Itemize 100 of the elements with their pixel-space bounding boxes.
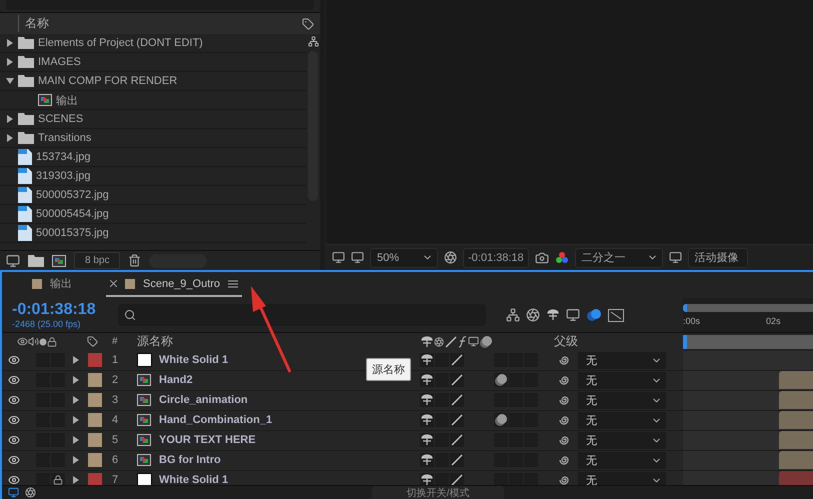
layer-name[interactable]: YOUR TEXT HERE — [159, 434, 256, 446]
layer-name[interactable]: White Solid 1 — [159, 354, 228, 366]
viewer-timecode[interactable]: -0:01:38:18 — [463, 248, 529, 268]
motion-blur-icon[interactable] — [479, 334, 493, 349]
collapsed-triangle-icon[interactable] — [72, 356, 80, 364]
collapsed-triangle-icon[interactable] — [72, 396, 80, 404]
menu-icon[interactable] — [228, 280, 238, 288]
layer-name[interactable]: White Solid 1 — [159, 474, 228, 485]
layer-duration-bar[interactable] — [779, 391, 813, 410]
label-tag-icon[interactable] — [86, 336, 98, 348]
layer-name[interactable]: Hand2 — [159, 374, 193, 386]
eye-icon[interactable] — [8, 354, 20, 366]
eye-icon[interactable] — [8, 414, 20, 426]
layer-name[interactable]: Circle_animation — [159, 394, 248, 406]
collapsed-triangle-icon[interactable] — [6, 58, 14, 66]
layer-label-color[interactable] — [88, 453, 102, 468]
shy-layer-icon[interactable] — [420, 473, 434, 485]
project-item-name[interactable]: 输出 — [56, 92, 78, 108]
pick-whip-icon[interactable] — [558, 354, 570, 366]
eye-icon[interactable] — [8, 434, 20, 446]
eye-icon[interactable] — [8, 474, 20, 485]
eye-icon[interactable] — [8, 374, 20, 386]
zoom-dropdown[interactable]: 50% — [370, 248, 438, 268]
project-item-name[interactable]: MAIN COMP FOR RENDER — [38, 75, 178, 87]
quality-slash-icon[interactable] — [450, 353, 464, 368]
pick-whip-icon[interactable] — [558, 454, 570, 466]
parent-dropdown[interactable]: 无 — [578, 352, 666, 369]
name-column-header[interactable]: 名称 — [18, 15, 49, 32]
search-icon[interactable] — [124, 308, 136, 321]
layer-duration-bar[interactable] — [779, 371, 813, 390]
motion-blur-switch[interactable] — [494, 413, 508, 428]
layer-label-color[interactable] — [88, 373, 102, 388]
flowchart-icon[interactable] — [506, 308, 520, 322]
trash-icon[interactable] — [128, 254, 142, 267]
layer-search-field[interactable] — [118, 304, 486, 326]
quality-slash-icon[interactable] — [450, 413, 464, 428]
pick-whip-icon[interactable] — [558, 434, 570, 446]
graph-editor-icon[interactable] — [608, 308, 624, 322]
lock-switch-box[interactable] — [51, 473, 65, 485]
shy-layer-icon[interactable] — [420, 413, 434, 428]
layer-label-color[interactable] — [88, 433, 102, 448]
source-name-column-header[interactable]: 源名称 — [137, 333, 173, 350]
collapsed-triangle-icon[interactable] — [72, 376, 80, 384]
shy-layer-icon[interactable] — [420, 334, 434, 349]
project-item-name[interactable]: IMAGES — [38, 56, 81, 68]
parent-column-header[interactable]: 父级 — [554, 333, 578, 350]
layer-label-color[interactable] — [88, 393, 102, 408]
shy-layer-icon[interactable] — [546, 308, 560, 322]
collapsed-triangle-icon[interactable] — [72, 476, 80, 484]
shy-layer-icon[interactable] — [420, 433, 434, 448]
quality-slash-icon[interactable] — [450, 453, 464, 468]
shy-layer-icon[interactable] — [420, 453, 434, 468]
project-item-name[interactable]: SCENES — [38, 113, 84, 125]
audio-icon[interactable] — [28, 336, 39, 348]
bit-depth-button[interactable]: 8 bpc — [74, 252, 120, 269]
toggle-switches-modes-button[interactable]: 切换开关/模式 — [372, 486, 504, 499]
quality-slash-icon[interactable] — [450, 433, 464, 448]
shy-layer-icon[interactable] — [420, 353, 434, 368]
tag-icon[interactable] — [302, 18, 314, 30]
quality-slash-icon[interactable] — [450, 373, 464, 388]
camera-dropdown[interactable]: 活动摄像 — [688, 248, 748, 268]
parent-dropdown[interactable]: 无 — [578, 392, 666, 409]
pick-whip-icon[interactable] — [558, 374, 570, 386]
collapsed-triangle-icon[interactable] — [72, 436, 80, 444]
layer-duration-bar[interactable] — [779, 411, 813, 430]
layer-duration-bar[interactable] — [779, 431, 813, 450]
effects-icon[interactable] — [458, 336, 468, 348]
project-item-name[interactable]: 319303.jpg — [36, 170, 90, 182]
pick-whip-icon[interactable] — [558, 474, 570, 485]
time-ruler[interactable]: :00s 02s — [683, 298, 813, 332]
expanded-triangle-icon[interactable] — [6, 77, 14, 85]
layer-name[interactable]: BG for Intro — [159, 454, 221, 466]
motion-blur-toggle-icon[interactable] — [586, 308, 602, 322]
project-item-name[interactable]: 500015375.jpg — [36, 227, 109, 239]
video-visibility-icon[interactable] — [17, 336, 28, 348]
composition-tab[interactable]: Scene_9_Outro — [106, 272, 242, 297]
work-area-bar[interactable] — [683, 304, 813, 312]
pick-whip-icon[interactable] — [558, 414, 570, 426]
collapsed-triangle-icon[interactable] — [6, 115, 14, 123]
project-item-name[interactable]: 153734.jpg — [36, 151, 90, 163]
layer-name[interactable]: Hand_Combination_1 — [159, 414, 272, 426]
monitor-icon[interactable] — [351, 251, 364, 264]
composition-tab[interactable]: 输出 — [28, 272, 76, 297]
collapsed-triangle-icon[interactable] — [72, 416, 80, 424]
project-item-name[interactable]: 500005454.jpg — [36, 208, 109, 220]
shy-layer-icon[interactable] — [420, 393, 434, 408]
collapsed-triangle-icon[interactable] — [6, 39, 14, 47]
layer-label-color[interactable] — [88, 473, 102, 485]
lock-icon[interactable] — [47, 336, 57, 347]
resolution-dropdown[interactable]: 二分之一 — [574, 248, 663, 268]
project-item-name[interactable]: Transitions — [38, 132, 92, 144]
layer-label-color[interactable] — [88, 413, 102, 428]
quality-slash-icon[interactable] — [444, 334, 458, 349]
number-column-header[interactable]: # — [112, 336, 118, 348]
hierarchy-icon[interactable] — [308, 36, 318, 47]
parent-dropdown[interactable]: 无 — [578, 372, 666, 389]
project-item-name[interactable]: Elements of Project (DONT EDIT) — [38, 37, 203, 49]
parent-dropdown[interactable]: 无 — [578, 452, 666, 469]
layer-label-color[interactable] — [88, 353, 102, 368]
parent-dropdown[interactable]: 无 — [578, 432, 666, 449]
